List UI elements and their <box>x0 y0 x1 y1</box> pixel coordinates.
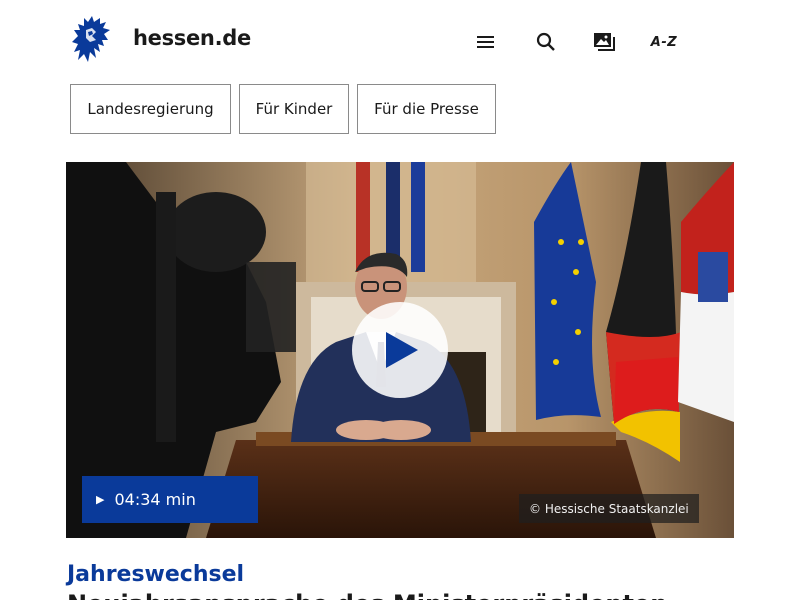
nav-fuer-kinder[interactable]: Für Kinder <box>239 84 349 134</box>
play-button[interactable] <box>352 302 448 398</box>
nav-landesregierung[interactable]: Landesregierung <box>70 84 231 134</box>
video-duration-badge[interactable]: ▶ 04:34 min <box>82 476 258 523</box>
image-credit: © Hessische Staatskanzlei <box>519 494 699 523</box>
a-z-label: A-Z <box>650 34 678 50</box>
a-z-index-icon[interactable]: A-Z <box>650 30 678 54</box>
article-kicker[interactable]: Jahreswechsel <box>67 562 244 587</box>
article-headline[interactable]: Neujahrsansprache des Ministerpräsidente… <box>67 590 667 600</box>
search-icon[interactable] <box>534 30 558 54</box>
video-duration: 04:34 min <box>114 490 196 509</box>
nav-fuer-die-presse[interactable]: Für die Presse <box>357 84 496 134</box>
menu-icon[interactable] <box>474 30 498 54</box>
site-title[interactable]: hessen.de <box>133 26 251 50</box>
gallery-icon[interactable] <box>593 30 617 54</box>
play-icon <box>386 332 418 368</box>
play-small-icon: ▶ <box>96 493 105 506</box>
site-header: hessen.de A-Z <box>0 0 800 80</box>
lion-crest-logo[interactable] <box>70 14 118 66</box>
